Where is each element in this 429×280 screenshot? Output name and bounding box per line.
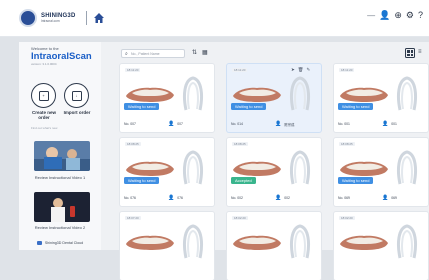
arch-icon	[290, 150, 310, 185]
user-icon[interactable]: 👤	[379, 11, 390, 20]
order-list-panel: ⌕ No., Patient Name ⇅ ▦ ≡ 18:11:20 Waitin…	[101, 42, 429, 280]
patient-icon: 👤	[382, 121, 389, 127]
order-card[interactable]: 18:08:25 Accepted No. 002 👤 002	[227, 138, 321, 206]
video-thumbnail-1[interactable]	[34, 141, 90, 171]
cloud-icon	[36, 241, 42, 245]
patient-icon: 👤	[275, 121, 282, 127]
minimize-icon[interactable]: —	[367, 11, 375, 20]
scan-preview	[233, 235, 281, 250]
order-number: No. 076	[124, 196, 136, 200]
header-divider	[86, 11, 87, 25]
order-card[interactable]: 18:11:20 ➤ 🗑 ✎ Waiting to send No. 014 👤 陈宗成	[227, 64, 321, 132]
order-date: 18:11:20	[232, 68, 248, 72]
order-card[interactable]: 18:08:25 Waiting to send No. 076 👤 076	[120, 138, 214, 206]
order-number: No. 007	[124, 122, 136, 126]
status-badge: Waiting to send	[338, 177, 374, 184]
brand-name: SHINING3D	[41, 12, 76, 19]
order-card[interactable]: 18:07:20	[120, 212, 214, 280]
top-bar: SHINING3D Intraoral.com — 👤 ⊕ ⚙ ?	[0, 0, 429, 37]
order-date: 18:02:20	[232, 216, 248, 220]
patient-icon: 👤	[382, 195, 389, 201]
create-order-icon: +	[38, 90, 49, 101]
order-number: No. 002	[231, 196, 243, 200]
sidebar: Welcome to the IntraoralScan version: 3.…	[19, 42, 102, 250]
brand-sub: Intraoral.com	[41, 18, 60, 23]
patient-name: 076	[177, 196, 183, 200]
patient-icon: 👤	[168, 195, 175, 201]
patient-icon: 👤	[168, 121, 175, 127]
dental-cloud-link[interactable]: Shining3D Dental Cloud	[19, 241, 101, 245]
status-badge: Waiting to send	[231, 103, 267, 110]
order-date: 18:08:25	[125, 142, 141, 146]
patient-name: 001	[391, 122, 397, 126]
list-view-icon[interactable]: ≡	[418, 49, 422, 55]
patient-name: 069	[391, 196, 397, 200]
app-title: IntraoralScan	[31, 51, 92, 62]
patient-icon: 👤	[275, 195, 282, 201]
arch-icon	[183, 224, 203, 259]
order-number: No. 069	[338, 196, 350, 200]
settings-icon[interactable]: ⚙	[406, 11, 414, 20]
patient-name: 002	[284, 196, 290, 200]
patient-name: 陈宗成	[284, 122, 295, 127]
help-icon[interactable]: ?	[418, 11, 423, 20]
status-badge: Waiting to send	[124, 177, 160, 184]
video-label-2[interactable]: Review Instructional Video 2	[19, 225, 101, 230]
order-date: 18:11:20	[339, 68, 355, 72]
send-icon[interactable]: ➤	[291, 67, 295, 73]
arch-icon	[397, 150, 417, 185]
status-badge: Waiting to send	[124, 103, 160, 110]
arch-icon	[397, 76, 417, 111]
create-order-label[interactable]: Create new order	[29, 110, 59, 120]
import-order-label[interactable]: Import order	[62, 110, 92, 115]
order-card[interactable]: 18:08:25 Waiting to send No. 069 👤 069	[334, 138, 428, 206]
grid-view-icon[interactable]	[405, 48, 415, 58]
order-date: 18:08:25	[339, 142, 355, 146]
scan-preview	[340, 235, 388, 250]
scan-preview	[126, 235, 174, 250]
search-icon: ⌕	[125, 51, 128, 57]
arch-icon	[397, 224, 417, 259]
home-icon[interactable]	[93, 12, 105, 24]
status-badge: Accepted	[231, 177, 256, 184]
brand-logo: SHINING3D Intraoral.com	[19, 9, 75, 27]
import-order-icon: ↓	[71, 90, 82, 101]
arch-icon	[290, 224, 310, 259]
logo-icon	[19, 9, 37, 27]
filter-icon[interactable]: ⇅	[192, 50, 197, 56]
search-input[interactable]: ⌕ No., Patient Name	[121, 49, 185, 58]
search-placeholder: No., Patient Name	[131, 52, 160, 56]
video-label-1[interactable]: Review Instructional Video 1	[19, 175, 101, 180]
arch-icon	[183, 76, 203, 111]
import-order-button[interactable]: ↓	[64, 83, 89, 108]
patient-name: 007	[177, 122, 183, 126]
edit-icon[interactable]: ✎	[307, 67, 311, 73]
order-number: No. 001	[338, 122, 350, 126]
order-card[interactable]: 18:02:20	[227, 212, 321, 280]
order-card[interactable]: 18:11:20 Waiting to send No. 007 👤 007	[120, 64, 214, 132]
video-thumbnail-2[interactable]	[34, 192, 90, 222]
arch-icon	[290, 76, 310, 111]
status-badge: Waiting to send	[338, 103, 374, 110]
delete-icon[interactable]: 🗑	[298, 67, 304, 73]
order-date: 18:08:25	[232, 142, 248, 146]
calendar-icon[interactable]: ▦	[202, 50, 208, 56]
cloud-label[interactable]: Shining3D Dental Cloud	[45, 241, 83, 245]
order-date: 18:02:20	[339, 216, 355, 220]
order-card[interactable]: 18:02:20	[334, 212, 428, 280]
globe-icon[interactable]: ⊕	[394, 11, 402, 20]
create-order-button[interactable]: +	[31, 83, 56, 108]
order-card[interactable]: 18:11:20 Waiting to send No. 001 👤 001	[334, 64, 428, 132]
order-number: No. 014	[231, 122, 243, 126]
order-date: 18:07:20	[125, 216, 141, 220]
arch-icon	[183, 150, 203, 185]
version-text: version: 3.1.0.0004	[31, 62, 57, 66]
order-date: 18:11:20	[125, 68, 141, 72]
whats-new-hint: Find out what's new	[31, 126, 58, 130]
